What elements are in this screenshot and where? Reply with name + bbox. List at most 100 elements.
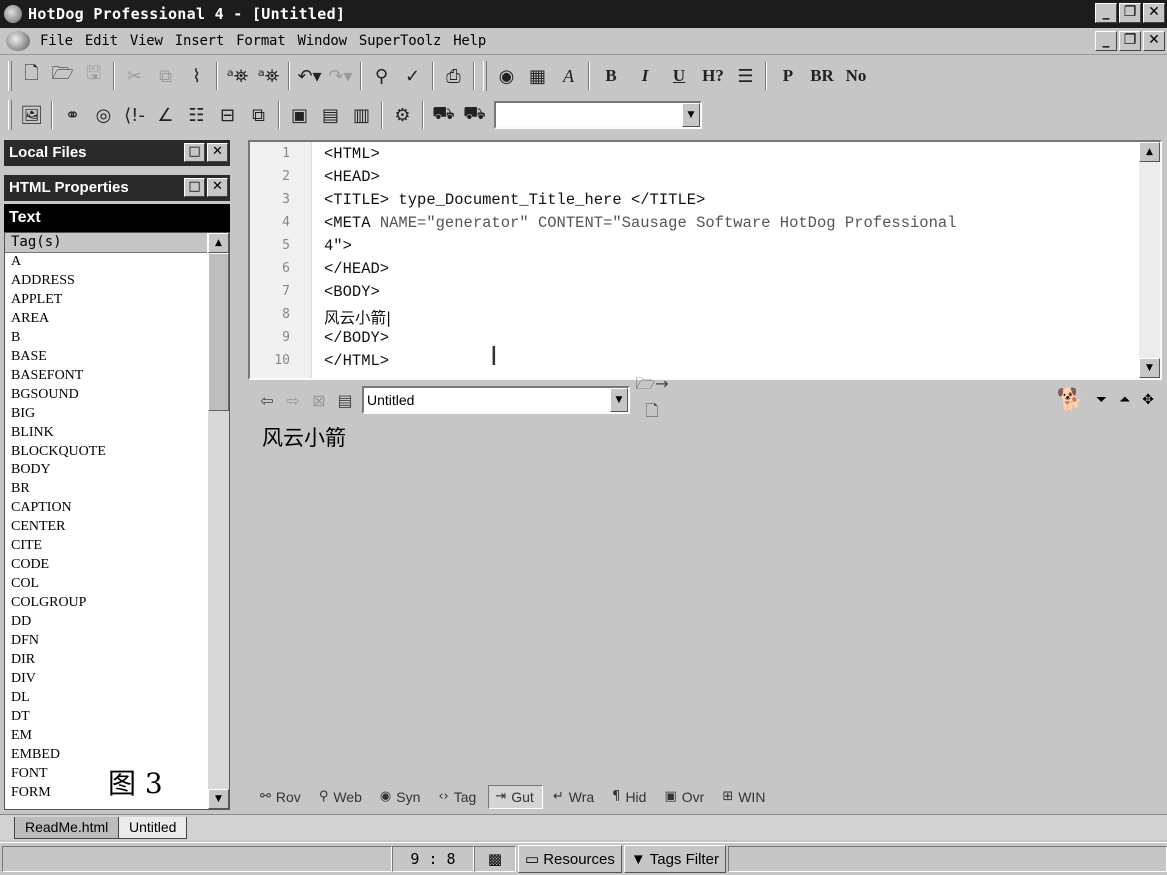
- tag-list-item[interactable]: APPLET: [11, 291, 229, 310]
- tag-toggle[interactable]: ‹› Tag: [432, 785, 484, 809]
- tag-list-item[interactable]: EM: [11, 727, 229, 746]
- scroll-thumb[interactable]: [208, 253, 229, 411]
- menu-edit[interactable]: Edit: [79, 33, 124, 49]
- tags-column-header[interactable]: Tag(s): [5, 233, 207, 253]
- maximize-button[interactable]: ❐: [1119, 3, 1141, 23]
- bold-button[interactable]: B: [594, 61, 628, 92]
- wra-toggle[interactable]: ↵ Wra: [547, 785, 602, 809]
- heading-button[interactable]: H?: [696, 61, 730, 92]
- link-icon[interactable]: ⚭: [57, 100, 88, 131]
- list-icon[interactable]: ☷: [181, 100, 212, 131]
- redo-icon[interactable]: ↷▾: [325, 61, 356, 92]
- doc-close-button[interactable]: ✕: [1143, 31, 1165, 51]
- pane-up-icon[interactable]: ⏶: [1119, 392, 1130, 408]
- no-break-button[interactable]: No: [839, 61, 873, 92]
- minimize-button[interactable]: _: [1095, 3, 1117, 23]
- tag-list-item[interactable]: DT: [11, 708, 229, 727]
- panel-close-button[interactable]: ✕: [207, 178, 228, 197]
- tag-list-item[interactable]: CITE: [11, 537, 229, 556]
- chevron-down-icon[interactable]: ▼: [682, 103, 700, 127]
- browser-select-icon[interactable]: ⛟: [459, 100, 490, 131]
- doc-minimize-button[interactable]: _: [1095, 31, 1117, 51]
- paste-brush-icon[interactable]: ⌇: [181, 61, 212, 92]
- replace-binoculars-icon[interactable]: ᵃ⛯: [253, 61, 284, 92]
- tag-list-item[interactable]: CODE: [11, 556, 229, 575]
- grid-layout-icon[interactable]: ▥: [346, 100, 377, 131]
- insert-image-icon[interactable]: 🖼: [16, 100, 47, 131]
- win-toggle[interactable]: ⊞ WIN: [716, 785, 773, 809]
- undo-icon[interactable]: ↶▾: [294, 61, 325, 92]
- tag-list-item[interactable]: DL: [11, 689, 229, 708]
- tag-list-item[interactable]: BIG: [11, 405, 229, 424]
- tag-list-item[interactable]: COL: [11, 575, 229, 594]
- tag-list-item[interactable]: BGSOUND: [11, 386, 229, 405]
- copy-icon[interactable]: ⧉: [150, 61, 181, 92]
- preview-magnifier-icon[interactable]: ⚲: [366, 61, 397, 92]
- tag-list-item[interactable]: AREA: [11, 310, 229, 329]
- open-folder-icon[interactable]: 🗁: [47, 61, 78, 92]
- tag-list-item[interactable]: CENTER: [11, 518, 229, 537]
- tag-list-item[interactable]: BLOCKQUOTE: [11, 443, 229, 462]
- new-file-icon[interactable]: 🗋: [16, 61, 47, 92]
- tag-list-item[interactable]: A: [11, 253, 229, 272]
- insert-object-icon[interactable]: ⧉: [243, 100, 274, 131]
- tag-list-item[interactable]: CAPTION: [11, 499, 229, 518]
- browser-preview-icon[interactable]: ⛟: [428, 100, 459, 131]
- menu-insert[interactable]: Insert: [169, 33, 230, 49]
- panel-restore-button[interactable]: □: [184, 178, 205, 197]
- hotdog-app-icon[interactable]: [4, 5, 22, 23]
- filmstrip-icon[interactable]: ▦: [522, 61, 553, 92]
- menu-window[interactable]: Window: [292, 33, 353, 49]
- eye-view-icon[interactable]: ◉: [491, 61, 522, 92]
- forward-arrow-icon[interactable]: ⇨: [280, 391, 306, 410]
- scroll-up-icon[interactable]: ▲: [1139, 142, 1160, 162]
- document-system-icon[interactable]: [6, 31, 30, 51]
- chevron-down-icon[interactable]: ▼: [610, 388, 628, 412]
- menu-help[interactable]: Help: [447, 33, 492, 49]
- scroll-down-icon[interactable]: ▼: [1139, 358, 1160, 378]
- html-properties-header[interactable]: HTML Properties □ ✕: [4, 175, 230, 201]
- local-files-header[interactable]: Local Files □ ✕: [4, 140, 230, 166]
- web-toggle[interactable]: ⚲ Web: [313, 785, 370, 809]
- cut-icon[interactable]: ✂: [119, 61, 150, 92]
- toolbar-combo[interactable]: ▼: [494, 101, 702, 129]
- tag-list-item[interactable]: DD: [11, 613, 229, 632]
- tag-list-item[interactable]: BODY: [11, 461, 229, 480]
- tag-list-item[interactable]: DFN: [11, 632, 229, 651]
- tags-filter-button[interactable]: ▼ Tags Filter: [623, 845, 726, 873]
- paragraph-button[interactable]: P: [771, 61, 805, 92]
- underline-button[interactable]: U: [662, 61, 696, 92]
- tag-list[interactable]: Tag(s) A ADDRESS APPLET AREA B BASE BASEFONT BG…: [4, 232, 230, 810]
- tag-list-item[interactable]: BASEFONT: [11, 367, 229, 386]
- menu-file[interactable]: File: [34, 33, 79, 49]
- gut-toggle[interactable]: ⇥ Gut: [488, 785, 543, 809]
- text-section-header[interactable]: Text: [4, 204, 230, 232]
- horizontal-rule-icon[interactable]: ∠: [150, 100, 181, 131]
- bookmark-icon[interactable]: ▩: [474, 846, 516, 872]
- refresh-page-icon[interactable]: ▤: [332, 391, 358, 410]
- target-anchor-icon[interactable]: ◎: [88, 100, 119, 131]
- italic-button[interactable]: I: [628, 61, 662, 92]
- resources-button[interactable]: ▭ Resources: [518, 845, 622, 873]
- tag-list-item[interactable]: B: [11, 329, 229, 348]
- code-editor[interactable]: 1 2 3 4 5 6 7 8 9 10 <HTML> <HEAD> <TITL…: [248, 140, 1162, 380]
- tag-list-item[interactable]: DIR: [11, 651, 229, 670]
- close-button[interactable]: ✕: [1143, 3, 1165, 23]
- toolbar-grip[interactable]: [8, 61, 12, 91]
- stop-icon[interactable]: ⊠: [306, 391, 332, 410]
- hid-toggle[interactable]: ¶ Hid: [606, 785, 654, 809]
- print-icon[interactable]: ⎙: [438, 61, 469, 92]
- syn-toggle[interactable]: ◉ Syn: [374, 785, 428, 809]
- toolbar-grip[interactable]: [8, 100, 12, 130]
- spellcheck-icon[interactable]: ✓: [397, 61, 428, 92]
- ovr-toggle[interactable]: ▣ Ovr: [658, 785, 712, 809]
- tag-list-item[interactable]: BLINK: [11, 424, 229, 443]
- publish-globe-icon[interactable]: ⚙: [387, 100, 418, 131]
- tag-list-item[interactable]: BR: [11, 480, 229, 499]
- editor-scrollbar[interactable]: ▲ ▼: [1139, 142, 1160, 378]
- menu-format[interactable]: Format: [230, 33, 291, 49]
- table-icon[interactable]: ▤: [315, 100, 346, 131]
- tag-list-item[interactable]: COLGROUP: [11, 594, 229, 613]
- toolbar-grip[interactable]: [483, 61, 487, 91]
- align-icon[interactable]: ☰: [730, 61, 761, 92]
